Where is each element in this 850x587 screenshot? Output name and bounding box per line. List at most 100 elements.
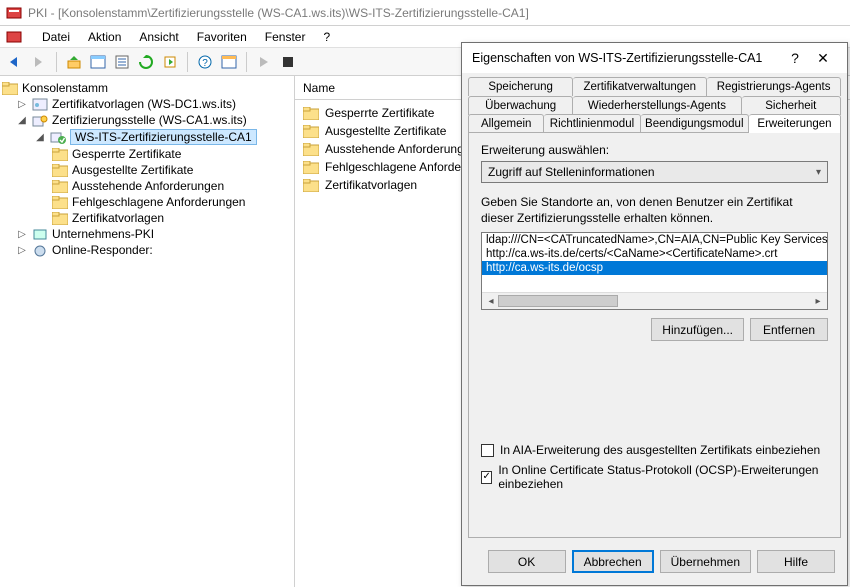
chevron-down-icon[interactable]: ◢ bbox=[16, 115, 28, 126]
properties-icon[interactable] bbox=[113, 53, 131, 71]
back-icon[interactable] bbox=[6, 53, 24, 71]
dialog-help-icon[interactable]: ? bbox=[781, 50, 809, 66]
apply-button[interactable]: Übernehmen bbox=[660, 550, 751, 573]
scroll-thumb[interactable] bbox=[498, 295, 618, 307]
tree-item[interactable]: Ausgestellte Zertifikate bbox=[2, 162, 292, 178]
toolbar-divider bbox=[56, 52, 57, 72]
tree-item-label: Gesperrte Zertifikate bbox=[72, 147, 181, 161]
tab-label: Speicherung bbox=[488, 81, 553, 93]
ext-select[interactable]: Zugriff auf Stelleninformationen ▾ bbox=[481, 161, 828, 183]
tree-item-selected[interactable]: ◢ WS-ITS-Zertifizierungsstelle-CA1 bbox=[2, 128, 292, 146]
tab-allgemein[interactable]: Allgemein bbox=[468, 114, 544, 133]
tree-item[interactable]: Zertifikatvorlagen bbox=[2, 210, 292, 226]
list-item-label: Ausgestellte Zertifikate bbox=[325, 124, 446, 138]
remove-button[interactable]: Entfernen bbox=[750, 318, 828, 341]
chevron-down-icon: ▾ bbox=[816, 167, 821, 178]
folder-icon bbox=[303, 107, 319, 120]
menu-fenster[interactable]: Fenster bbox=[257, 28, 314, 46]
button-label: OK bbox=[518, 555, 535, 569]
scroll-right-icon[interactable]: ▸ bbox=[811, 296, 825, 307]
list-item-label: Ausstehende Anforderungen bbox=[325, 142, 477, 156]
add-button[interactable]: Hinzufügen... bbox=[651, 318, 744, 341]
tree-root-label: Konsolenstamm bbox=[22, 81, 108, 95]
chevron-right-icon[interactable]: ▷ bbox=[16, 245, 28, 256]
checkbox-icon bbox=[481, 444, 494, 457]
locations-listbox[interactable]: ldap:///CN=<CATruncatedName>,CN=AIA,CN=P… bbox=[481, 232, 828, 310]
chevron-down-icon[interactable]: ◢ bbox=[34, 132, 46, 143]
up-icon[interactable] bbox=[65, 53, 83, 71]
tree-item-label: Ausgestellte Zertifikate bbox=[72, 163, 193, 177]
folder-icon bbox=[52, 148, 68, 161]
help-button[interactable]: Hilfe bbox=[757, 550, 835, 573]
location-item[interactable]: http://ca.ws-its.de/certs/<CaName><Certi… bbox=[482, 247, 827, 261]
dialog-button-row: OK Abbrechen Übernehmen Hilfe bbox=[462, 540, 847, 585]
horizontal-scrollbar[interactable]: ◂ ▸ bbox=[482, 292, 827, 309]
tree-item-label: Online-Responder: bbox=[52, 243, 153, 257]
app-icon-small bbox=[6, 29, 22, 45]
folder-icon bbox=[303, 161, 319, 174]
tree-item[interactable]: ◢ Zertifizierungsstelle (WS-CA1.ws.its) bbox=[2, 112, 292, 128]
tree-item-label: Zertifizierungsstelle (WS-CA1.ws.its) bbox=[52, 113, 247, 127]
tree-item[interactable]: ▷ Zertifikatvorlagen (WS-DC1.ws.its) bbox=[2, 96, 292, 112]
menu-aktion[interactable]: Aktion bbox=[80, 28, 129, 46]
tab-label: Richtlinienmodul bbox=[550, 118, 634, 130]
tree-item[interactable]: Ausstehende Anforderungen bbox=[2, 178, 292, 194]
show-hide-tree-icon[interactable] bbox=[89, 53, 107, 71]
tab-wiederherstellung[interactable]: Wiederherstellungs-Agents bbox=[573, 96, 741, 115]
tree-item[interactable]: ▷ Unternehmens-PKI bbox=[2, 226, 292, 242]
location-item-selected[interactable]: http://ca.ws-its.de/ocsp bbox=[482, 261, 827, 275]
tab-label: Registrierungs-Agents bbox=[717, 81, 831, 93]
tab-richtlinien[interactable]: Richtlinienmodul bbox=[544, 114, 640, 133]
folder-icon bbox=[303, 179, 319, 192]
button-label: Hinzufügen... bbox=[662, 323, 733, 337]
tab-beendigung[interactable]: Beendigungsmodul bbox=[641, 114, 750, 133]
titlebar: PKI - [Konsolenstamm\Zertifizierungsstel… bbox=[0, 0, 850, 26]
tab-ueberwachung[interactable]: Überwachung bbox=[468, 96, 573, 115]
menu-ansicht[interactable]: Ansicht bbox=[131, 28, 186, 46]
chevron-right-icon[interactable]: ▷ bbox=[16, 229, 28, 240]
menu-favoriten[interactable]: Favoriten bbox=[189, 28, 255, 46]
ok-button[interactable]: OK bbox=[488, 550, 566, 573]
tab-sicherheit[interactable]: Sicherheit bbox=[742, 96, 841, 115]
folder-icon bbox=[303, 125, 319, 138]
tree-item-label: Zertifikatvorlagen (WS-DC1.ws.its) bbox=[52, 97, 236, 111]
checkbox-aia[interactable]: In AIA-Erweiterung des ausgestellten Zer… bbox=[481, 443, 828, 457]
help-icon[interactable]: ? bbox=[196, 53, 214, 71]
checkbox-label: In Online Certificate Status-Protokoll (… bbox=[498, 463, 828, 491]
chevron-right-icon[interactable]: ▷ bbox=[16, 99, 28, 110]
enterprise-pki-icon bbox=[32, 228, 48, 241]
location-item[interactable]: ldap:///CN=<CATruncatedName>,CN=AIA,CN=P… bbox=[482, 233, 827, 247]
ext-description: Geben Sie Standorte an, von denen Benutz… bbox=[481, 195, 828, 226]
checkbox-ocsp[interactable]: ✓ In Online Certificate Status-Protokoll… bbox=[481, 463, 828, 491]
refresh-icon[interactable] bbox=[137, 53, 155, 71]
ca-icon bbox=[32, 114, 48, 127]
tree-root[interactable]: Konsolenstamm bbox=[2, 80, 292, 96]
ext-select-value: Zugriff auf Stelleninformationen bbox=[488, 165, 655, 179]
stop-icon[interactable] bbox=[279, 53, 297, 71]
tab-body: Erweiterung auswählen: Zugriff auf Stell… bbox=[468, 132, 841, 538]
folder-icon bbox=[52, 212, 68, 225]
location-text: http://ca.ws-its.de/certs/<CaName><Certi… bbox=[486, 248, 777, 260]
tab-zertverwaltungen[interactable]: Zertifikatverwaltungen bbox=[573, 77, 707, 96]
tree-item[interactable]: Gesperrte Zertifikate bbox=[2, 146, 292, 162]
menu-datei[interactable]: Datei bbox=[34, 28, 78, 46]
menu-help[interactable]: ? bbox=[315, 28, 338, 46]
location-text: http://ca.ws-its.de/ocsp bbox=[486, 262, 603, 274]
tab-speicherung[interactable]: Speicherung bbox=[468, 77, 573, 96]
tree-pane: Konsolenstamm ▷ Zertifikatvorlagen (WS-D… bbox=[0, 76, 295, 587]
scroll-left-icon[interactable]: ◂ bbox=[484, 296, 498, 307]
folder-icon bbox=[52, 180, 68, 193]
tab-erweiterungen[interactable]: Erweiterungen bbox=[749, 114, 841, 133]
tab-label: Wiederherstellungs-Agents bbox=[588, 100, 726, 112]
close-icon[interactable]: ✕ bbox=[809, 50, 837, 67]
tree-item[interactable]: Fehlgeschlagene Anforderungen bbox=[2, 194, 292, 210]
tree-item[interactable]: ▷ Online-Responder: bbox=[2, 242, 292, 258]
export-icon[interactable] bbox=[161, 53, 179, 71]
dialog-titlebar: Eigenschaften von WS-ITS-Zertifizierungs… bbox=[462, 43, 847, 73]
new-window-icon[interactable] bbox=[220, 53, 238, 71]
checkbox-checked-icon: ✓ bbox=[481, 471, 492, 484]
tab-reg-agents[interactable]: Registrierungs-Agents bbox=[707, 77, 841, 96]
button-label: Abbrechen bbox=[584, 555, 642, 569]
button-label: Hilfe bbox=[784, 555, 808, 569]
cancel-button[interactable]: Abbrechen bbox=[572, 550, 654, 573]
